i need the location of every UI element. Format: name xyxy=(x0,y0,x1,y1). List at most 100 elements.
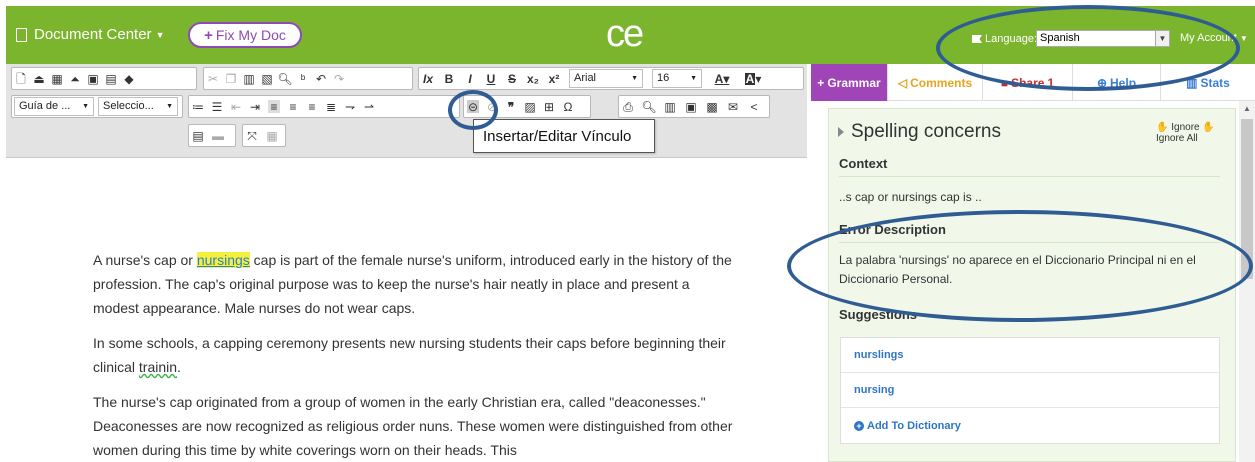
scrollbar-thumb[interactable] xyxy=(1241,119,1253,279)
edit-tools: ✂ ❐ ▥ ▧ 🔍︎ ᵇ ↶ ↷ xyxy=(203,67,413,90)
special-char-icon[interactable]: Ω xyxy=(562,100,574,113)
templates-icon[interactable]: ▦ xyxy=(51,72,63,85)
link-tooltip: Insertar/Editar Vínculo xyxy=(473,119,655,153)
pdf-export-icon[interactable]: ▣ xyxy=(685,100,697,113)
paragraph-2-start: In some schools, a capping ceremony pres… xyxy=(93,335,726,375)
align-center-icon[interactable]: ≡ xyxy=(287,100,299,113)
side-panel-tabs: + Grammar ◁ Comments ■ Share 1 ⊕ Help ▥ … xyxy=(811,64,1255,101)
underline-icon[interactable]: U xyxy=(485,72,497,85)
subscript-icon[interactable]: x₂ xyxy=(527,72,539,85)
email-icon[interactable]: ✉ xyxy=(727,100,739,113)
context-heading: Context xyxy=(839,156,888,171)
image-icon[interactable]: ▨ xyxy=(524,100,536,113)
add-to-dictionary-button[interactable]: + Add To Dictionary xyxy=(841,408,1219,443)
tab-share[interactable]: ■ Share 1 xyxy=(983,64,1073,101)
new-document-icon[interactable]: 🗋 xyxy=(15,72,27,85)
find-icon[interactable]: 🔍︎ xyxy=(277,72,292,85)
format-tools: Ix B I U S x₂ x² Arial ▼ 16 ▼ A ▾ A ▾ xyxy=(418,67,804,90)
style-dropdown[interactable]: Guía de ... ▼ xyxy=(14,97,94,116)
quote-icon[interactable]: ❞ xyxy=(505,100,517,113)
style-dropdowns: Guía de ... ▼ Seleccio... ▼ xyxy=(11,95,183,118)
align-right-icon[interactable]: ≡ xyxy=(306,100,318,113)
undo-icon[interactable]: ↶ xyxy=(315,72,327,85)
blocks-icon[interactable]: ▦ xyxy=(266,129,278,142)
share-icon[interactable]: < xyxy=(748,100,760,113)
rtl-icon[interactable]: ⇀ xyxy=(363,100,375,113)
suggestions-list: nurslings nursing + Add To Dictionary xyxy=(840,337,1220,444)
tab-comments[interactable]: ◁ Comments xyxy=(888,64,983,101)
clear-format-icon[interactable]: Ix xyxy=(422,72,434,85)
document-body[interactable]: A nurse's cap or nursings cap is part of… xyxy=(6,158,807,462)
italic-icon[interactable]: I xyxy=(464,72,476,85)
paragraph-3: The nurse's cap originated from a group … xyxy=(93,394,733,458)
numbered-list-icon[interactable]: ≔ xyxy=(192,100,204,113)
view-tools: ⤧ ▦ xyxy=(242,124,286,147)
save-as-icon[interactable]: ▤ xyxy=(105,72,117,85)
strikethrough-icon[interactable]: S xyxy=(506,72,518,85)
panel-title[interactable]: Spelling concerns xyxy=(838,121,1001,143)
fix-my-doc-button[interactable]: + Fix My Doc xyxy=(188,22,302,48)
paste-icon[interactable]: ▥ xyxy=(243,72,255,85)
language-select-value: Spanish xyxy=(1040,32,1080,44)
copy-icon[interactable]: ❐ xyxy=(225,72,237,85)
ltr-icon[interactable]: ⇁ xyxy=(344,100,356,113)
bold-icon[interactable]: B xyxy=(443,72,455,85)
decrease-indent-icon[interactable]: ⇤ xyxy=(230,100,242,113)
panel-scrollbar[interactable]: ▲ xyxy=(1239,101,1255,462)
align-left-icon[interactable]: ≡ xyxy=(268,100,280,113)
fullscreen-icon[interactable]: ⤧ xyxy=(246,129,258,142)
suggestion-item[interactable]: nurslings xyxy=(841,338,1219,373)
export-icon[interactable]: ▩ xyxy=(706,100,718,113)
print-icon[interactable]: ⎙ xyxy=(622,100,634,113)
superscript-icon[interactable]: x² xyxy=(548,72,560,85)
tab-stats[interactable]: ▥ Stats xyxy=(1161,64,1255,101)
ce-logo: ce xyxy=(606,13,644,55)
caret-down-icon: ▼ xyxy=(631,75,638,82)
unlink-icon[interactable]: ⊘ xyxy=(486,100,498,113)
divider xyxy=(839,242,1220,243)
caret-down-icon: ▼ xyxy=(1239,34,1248,43)
link-icon[interactable]: ⊝ xyxy=(467,100,479,113)
comment-bubble-icon[interactable]: ▬ xyxy=(212,129,224,142)
bulleted-list-icon[interactable]: ☰ xyxy=(211,100,223,113)
justify-icon[interactable]: ≣ xyxy=(325,100,337,113)
my-account-menu[interactable]: My Account ▼ xyxy=(1180,32,1248,44)
paragraph-tools: ≔ ☰ ⇤ ⇥ ≡ ≡ ≡ ≣ ⇁ ⇀ xyxy=(188,95,460,118)
replace-icon[interactable]: ᵇ xyxy=(297,72,309,85)
paste-text-icon[interactable]: ▧ xyxy=(261,72,273,85)
tab-grammar-label: Grammar xyxy=(827,75,881,90)
preview-icon[interactable]: 🔍︎ xyxy=(641,100,656,113)
language-select[interactable]: Spanish ▼ xyxy=(1036,30,1170,47)
format-dropdown-value: Seleccio... xyxy=(103,100,154,112)
cut-icon[interactable]: ✂ xyxy=(207,72,219,85)
open-folder-icon[interactable]: ⏏ xyxy=(33,72,45,85)
ignore-button[interactable]: ✋ Ignore xyxy=(1156,122,1200,133)
format-dropdown[interactable]: Seleccio... ▼ xyxy=(98,97,178,116)
tab-help[interactable]: ⊕ Help xyxy=(1073,64,1161,101)
background-color-icon[interactable]: A ▾ xyxy=(742,72,764,85)
eraser-icon[interactable]: ◆ xyxy=(123,72,135,85)
scroll-up-icon[interactable]: ▲ xyxy=(1243,104,1251,113)
font-family-dropdown[interactable]: Arial ▼ xyxy=(569,69,643,88)
comment-tools: ▤ ▬ xyxy=(188,124,236,147)
comment-icon[interactable]: ▤ xyxy=(192,129,204,142)
document-center-menu[interactable]: Document Center ▼ xyxy=(16,26,164,43)
error-description-heading: Error Description xyxy=(839,222,946,237)
redo-icon[interactable]: ↷ xyxy=(333,72,345,85)
share-count-badge: 1 xyxy=(1047,75,1055,90)
font-size-value: 16 xyxy=(657,72,670,84)
upload-icon[interactable]: ⏶ xyxy=(69,72,81,85)
spelling-error-word[interactable]: nursings xyxy=(196,252,250,268)
save-icon[interactable]: ▣ xyxy=(87,72,99,85)
word-export-icon[interactable]: ▥ xyxy=(664,100,676,113)
suggestions-heading: Suggestions xyxy=(839,307,918,322)
text-color-icon[interactable]: A ▾ xyxy=(711,72,733,85)
ignore-label: Ignore xyxy=(1171,122,1200,133)
table-icon[interactable]: ⊞ xyxy=(543,100,555,113)
grammar-error-word[interactable]: trainin xyxy=(139,359,177,375)
tab-grammar[interactable]: + Grammar xyxy=(811,64,888,101)
increase-indent-icon[interactable]: ⇥ xyxy=(249,100,261,113)
font-size-dropdown[interactable]: 16 ▼ xyxy=(652,69,702,88)
plus-circle-icon: + xyxy=(854,420,864,431)
suggestion-item[interactable]: nursing xyxy=(841,373,1219,408)
